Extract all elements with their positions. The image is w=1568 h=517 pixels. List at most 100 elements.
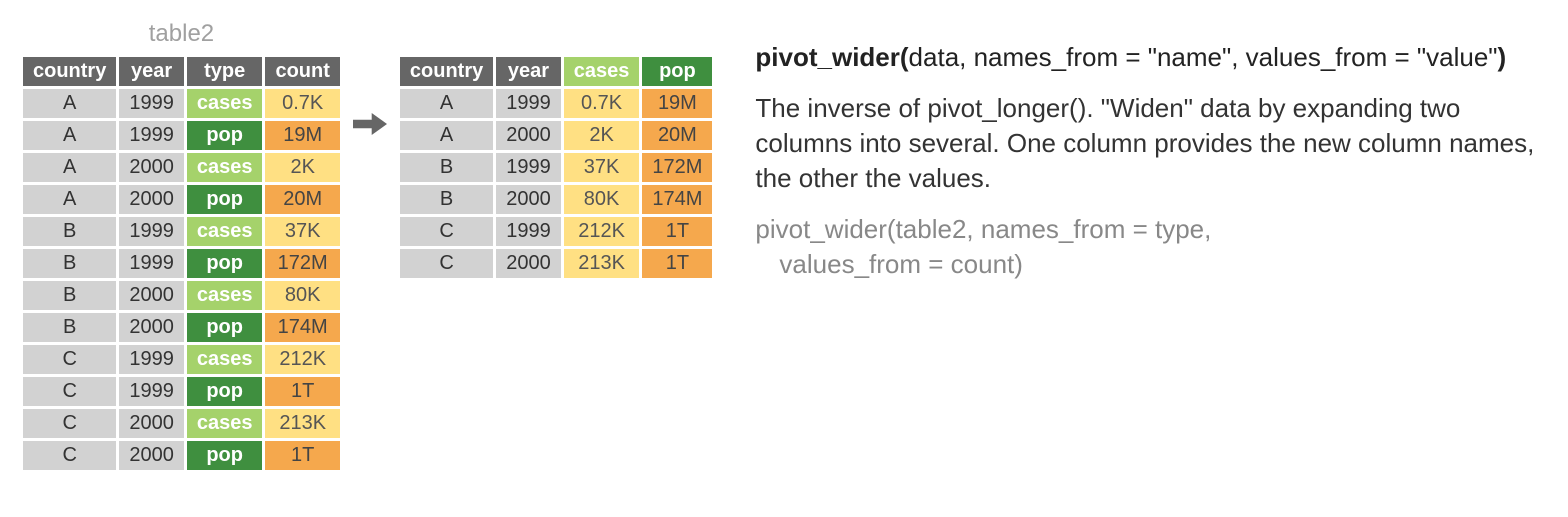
cell-year: 1999 <box>496 153 561 182</box>
cell-year: 1999 <box>496 89 561 118</box>
cell-count: 174M <box>265 313 339 342</box>
cell-type: pop <box>187 441 263 470</box>
cell-type: cases <box>187 409 263 438</box>
cell-type: pop <box>187 377 263 406</box>
arrow-icon <box>353 20 387 138</box>
cell-country: A <box>23 121 116 150</box>
cell-country: B <box>400 185 493 214</box>
cell-type: cases <box>187 217 263 246</box>
cell-count: 19M <box>265 121 339 150</box>
table-row: A2000cases2K <box>23 153 340 182</box>
example-code: pivot_wider(table2, names_from = type, v… <box>755 212 1548 282</box>
cell-year: 1999 <box>119 377 184 406</box>
table-row: C1999pop1T <box>23 377 340 406</box>
cell-country: B <box>400 153 493 182</box>
cell-count: 213K <box>265 409 339 438</box>
cell-country: C <box>23 377 116 406</box>
cell-country: C <box>23 345 116 374</box>
cell-pop: 1T <box>642 217 712 246</box>
input-table: country year type count A1999cases0.7KA1… <box>20 54 343 473</box>
documentation-text: pivot_wider(data, names_from = "name", v… <box>725 20 1548 299</box>
signature-open: pivot_wider( <box>755 42 908 72</box>
cell-country: B <box>23 217 116 246</box>
cell-year: 2000 <box>119 313 184 342</box>
table-row: C1999cases212K <box>23 345 340 374</box>
cell-cases: 212K <box>564 217 640 246</box>
output-table-block: country year cases pop A19990.7K19MA2000… <box>397 20 716 281</box>
cell-type: pop <box>187 121 263 150</box>
input-table-title: table2 <box>149 20 214 48</box>
cell-count: 1T <box>265 441 339 470</box>
cell-count: 80K <box>265 281 339 310</box>
cell-pop: 20M <box>642 121 712 150</box>
cell-pop: 1T <box>642 249 712 278</box>
cell-type: pop <box>187 249 263 278</box>
cell-cases: 37K <box>564 153 640 182</box>
cell-year: 1999 <box>119 345 184 374</box>
col-country: country <box>400 57 493 86</box>
table-row: B200080K174M <box>400 185 713 214</box>
cell-type: cases <box>187 153 263 182</box>
cell-year: 2000 <box>496 121 561 150</box>
cell-year: 2000 <box>496 185 561 214</box>
cell-year: 2000 <box>119 441 184 470</box>
signature-close: ) <box>1498 42 1507 72</box>
col-type: type <box>187 57 263 86</box>
cell-cases: 0.7K <box>564 89 640 118</box>
cell-type: cases <box>187 345 263 374</box>
cell-country: C <box>400 217 493 246</box>
cell-year: 1999 <box>496 217 561 246</box>
table-row: B2000pop174M <box>23 313 340 342</box>
cell-pop: 19M <box>642 89 712 118</box>
cell-count: 212K <box>265 345 339 374</box>
table-row: A1999pop19M <box>23 121 340 150</box>
col-pop: pop <box>642 57 712 86</box>
table-row: C2000pop1T <box>23 441 340 470</box>
input-table-block: table2 country year type count A1999case… <box>20 20 343 473</box>
col-year: year <box>119 57 184 86</box>
col-cases: cases <box>564 57 640 86</box>
cell-year: 1999 <box>119 249 184 278</box>
cell-year: 2000 <box>496 249 561 278</box>
cell-country: A <box>23 185 116 214</box>
cell-type: cases <box>187 89 263 118</box>
table-row: B2000cases80K <box>23 281 340 310</box>
cell-country: B <box>23 313 116 342</box>
cell-type: pop <box>187 313 263 342</box>
cell-year: 2000 <box>119 409 184 438</box>
table-row: C2000213K1T <box>400 249 713 278</box>
cell-type: cases <box>187 281 263 310</box>
col-count: count <box>265 57 339 86</box>
cell-year: 1999 <box>119 121 184 150</box>
cell-year: 2000 <box>119 281 184 310</box>
table-row: A20002K20M <box>400 121 713 150</box>
signature-args: data, names_from = "name", values_from =… <box>909 42 1498 72</box>
table-row: C2000cases213K <box>23 409 340 438</box>
table-row: B1999cases37K <box>23 217 340 246</box>
cell-type: pop <box>187 185 263 214</box>
cell-year: 2000 <box>119 153 184 182</box>
table-header-row: country year cases pop <box>400 57 713 86</box>
cell-cases: 80K <box>564 185 640 214</box>
cell-country: A <box>23 153 116 182</box>
cell-country: B <box>23 249 116 278</box>
cell-year: 2000 <box>119 185 184 214</box>
cell-country: B <box>23 281 116 310</box>
table-row: B1999pop172M <box>23 249 340 278</box>
cell-year: 1999 <box>119 217 184 246</box>
cell-country: C <box>400 249 493 278</box>
cell-count: 2K <box>265 153 339 182</box>
example-line-1: pivot_wider(table2, names_from = type, <box>755 214 1211 244</box>
cell-count: 172M <box>265 249 339 278</box>
cell-year: 1999 <box>119 89 184 118</box>
cell-country: A <box>400 121 493 150</box>
cell-country: C <box>23 409 116 438</box>
cell-cases: 213K <box>564 249 640 278</box>
output-table: country year cases pop A19990.7K19MA2000… <box>397 54 716 281</box>
cell-pop: 174M <box>642 185 712 214</box>
cell-country: C <box>23 441 116 470</box>
table-row: A2000pop20M <box>23 185 340 214</box>
cell-pop: 172M <box>642 153 712 182</box>
cell-count: 37K <box>265 217 339 246</box>
col-year: year <box>496 57 561 86</box>
